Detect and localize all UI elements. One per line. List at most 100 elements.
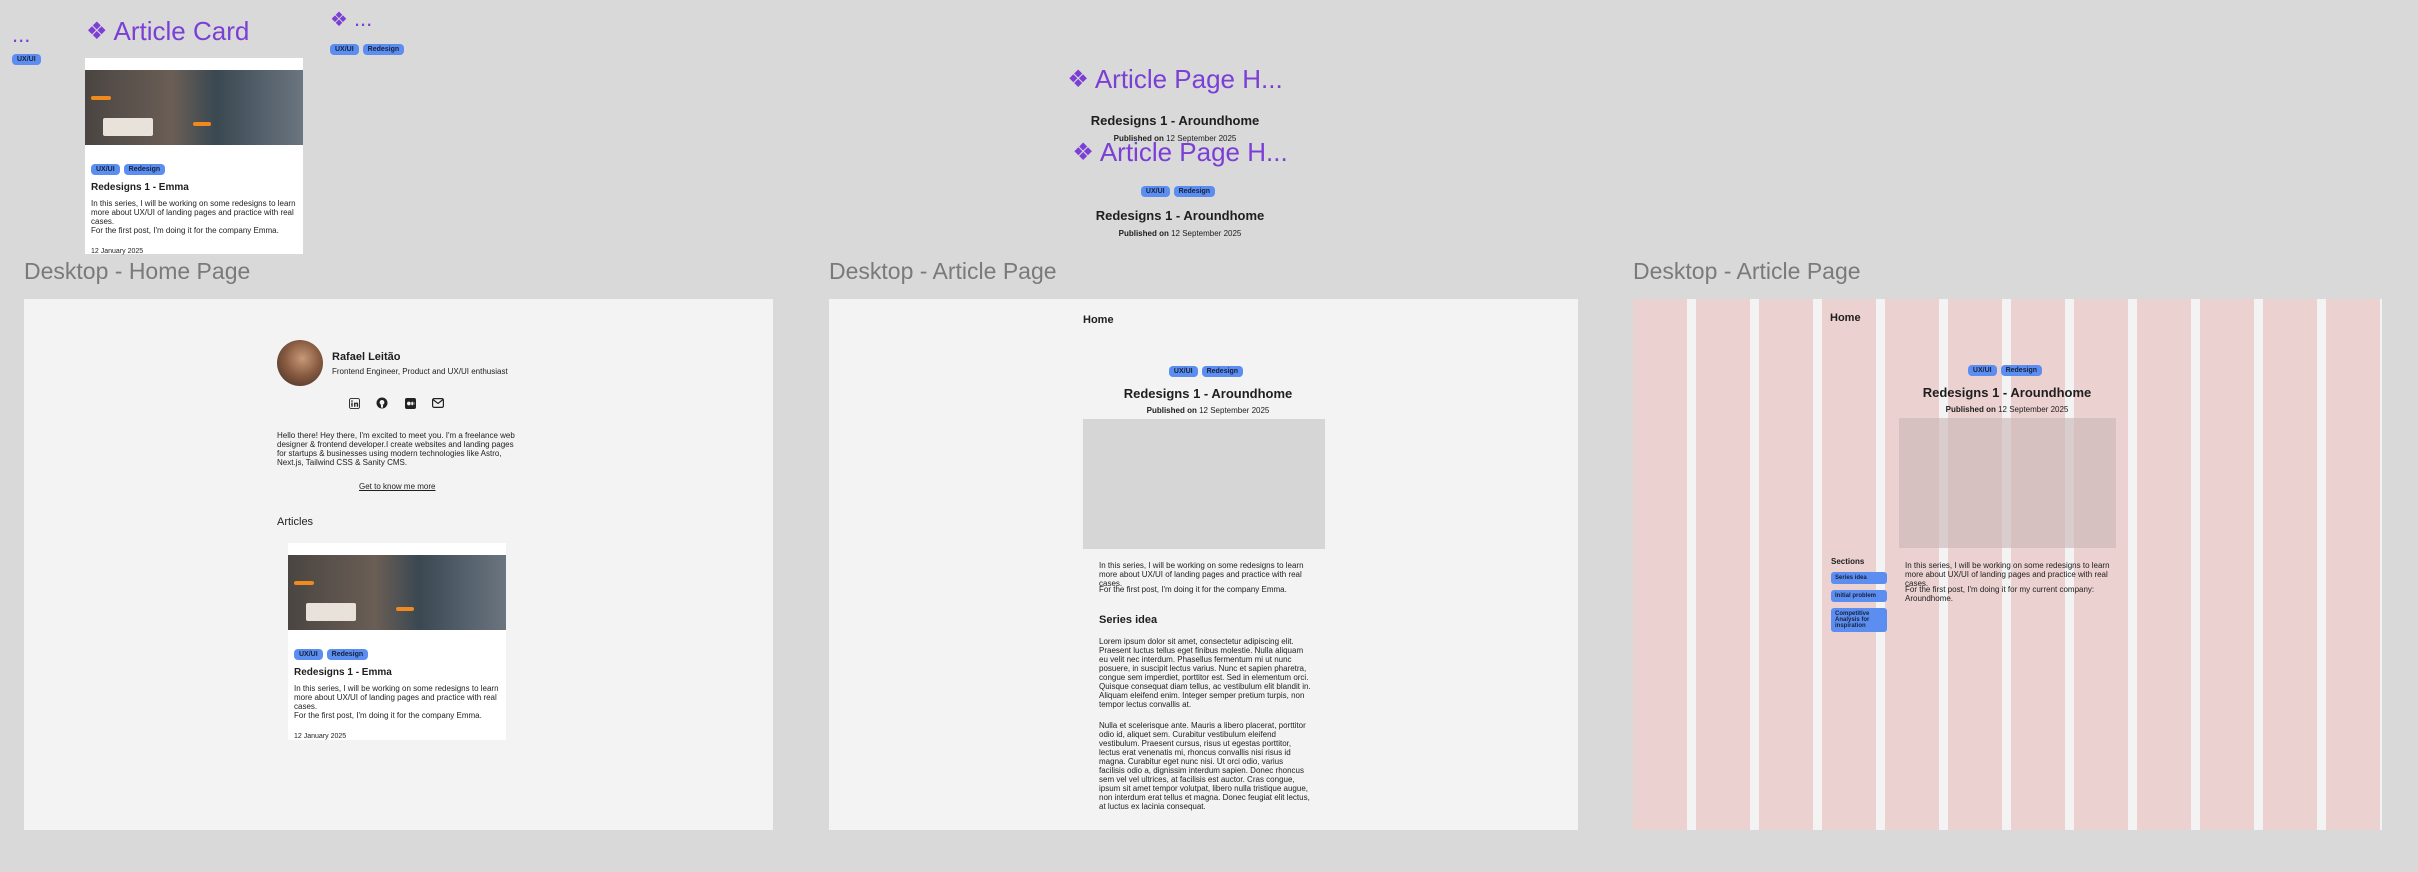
component-partial-right[interactable]: ❖ ... UX/UI Redesign — [330, 6, 408, 56]
tag-ux-ui: UX/UI — [1140, 186, 1170, 197]
article-header: UX/UI Redesign Redesigns 1 - Aroundhome P… — [1043, 360, 1373, 415]
article-paragraph-1: Lorem ipsum dolor sit amet, consectetur … — [1099, 637, 1311, 709]
article-card[interactable]: UX/UI Redesign Redesigns 1 - Emma In this… — [85, 58, 303, 255]
published-date: 12 September 2025 — [1199, 406, 1270, 415]
component-diamond-icon: ❖ — [86, 18, 108, 45]
thumbnail-cta — [193, 122, 211, 126]
thumbnail-nav — [85, 58, 303, 64]
grid-column — [1696, 299, 1750, 830]
component-diamond-icon: ❖ — [1072, 139, 1094, 166]
article-image-placeholder — [1899, 418, 2116, 548]
social-links — [346, 395, 446, 411]
published-line: Published on 12 September 2025 — [1043, 406, 1373, 415]
grid-column — [2263, 299, 2317, 830]
article-intro-1: In this series, I will be working on som… — [1905, 561, 2110, 588]
grid-column — [2200, 299, 2254, 830]
tag-redesign: Redesign — [2000, 365, 2043, 376]
tag-redesign: Redesign — [1173, 186, 1216, 197]
frame-home-page[interactable]: Rafael Leitão Frontend Engineer, Product… — [24, 299, 773, 830]
sections-label: Sections — [1831, 557, 1865, 566]
thumbnail-nav — [288, 543, 506, 549]
component-title: Article Page H... — [1094, 64, 1283, 94]
published-date: 12 September 2025 — [1998, 405, 2069, 414]
github-icon[interactable] — [374, 395, 390, 411]
component-title: ... — [353, 6, 373, 31]
component-title: Article Card — [113, 16, 250, 46]
profile-name: Rafael Leitão — [332, 351, 401, 363]
card-title: Redesigns 1 - Emma — [294, 667, 392, 678]
thumbnail-bed — [103, 118, 153, 136]
component-title-row: ❖ Article Card — [86, 16, 249, 47]
frame-label-article-grid[interactable]: Desktop - Article Page — [1633, 258, 1861, 285]
nav-home-link[interactable]: Home — [1830, 312, 1861, 324]
tag-redesign: Redesign — [1201, 366, 1244, 377]
thumbnail-cta — [91, 96, 111, 100]
article-paragraph-2: Nulla et scelerisque ante. Mauris a libe… — [1099, 721, 1310, 811]
tag-redesign: Redesign — [362, 44, 405, 55]
component-title-row: ❖ Article Page H... — [1010, 64, 1340, 95]
article-intro-2: For the first post, I'm doing it for my … — [1905, 585, 2095, 603]
section-heading: Series idea — [1099, 614, 1158, 626]
published-label: Published on — [1945, 405, 1996, 414]
section-link-series-idea[interactable]: Series idea — [1831, 572, 1887, 584]
published-line: Published on 12 September 2025 — [1010, 229, 1350, 238]
article-heading: Redesigns 1 - Aroundhome — [1922, 385, 2092, 400]
component-title: Article Page H... — [1099, 137, 1288, 167]
component-article-page-header-2[interactable]: ❖ Article Page H... UX/UI Redesign Redesi… — [1010, 137, 1350, 238]
linkedin-icon[interactable] — [346, 395, 362, 411]
tag-ux-ui: UX/UI — [294, 649, 323, 660]
frame-article-page-grid[interactable]: Home UX/UI Redesign Redesigns 1 - Aroundh… — [1633, 299, 2382, 830]
card-thumbnail — [288, 543, 506, 635]
component-partial-left[interactable]: ... UX/UI — [12, 22, 45, 66]
card-title: Redesigns 1 - Emma — [91, 182, 189, 193]
tag-redesign: Redesign — [326, 649, 369, 660]
section-link-initial-problem[interactable]: Initial problem — [1831, 590, 1887, 602]
card-date: 12 January 2025 — [294, 733, 347, 740]
avatar — [277, 340, 323, 386]
published-date: 12 September 2025 — [1171, 229, 1242, 238]
component-title: ... — [12, 22, 31, 47]
article-heading: Redesigns 1 - Aroundhome — [1095, 208, 1265, 223]
tag-ux-ui: UX/UI — [12, 54, 41, 65]
bio-text: Hello there! Hey there, I'm excited to m… — [277, 431, 515, 467]
profile-role: Frontend Engineer, Product and UX/UI ent… — [332, 367, 508, 376]
article-intro-2: For the first post, I'm doing it for the… — [1099, 585, 1287, 594]
tag-ux-ui: UX/UI — [91, 164, 120, 175]
thumbnail-cta — [396, 607, 414, 611]
articles-heading: Articles — [277, 516, 314, 528]
component-title-row: ❖ Article Page H... — [1010, 137, 1350, 168]
mail-icon[interactable] — [430, 395, 446, 411]
article-header: UX/UI Redesign Redesigns 1 - Aroundhome P… — [1842, 359, 2172, 414]
sections-sidebar: Sections Series idea Initial problem Com… — [1831, 557, 1887, 638]
component-article-card[interactable]: ❖ Article Card — [86, 16, 249, 47]
tag-ux-ui: UX/UI — [1967, 365, 1997, 376]
tag-redesign: Redesign — [123, 164, 166, 175]
article-heading: Redesigns 1 - Aroundhome — [1123, 386, 1293, 401]
published-label: Published on — [1118, 229, 1169, 238]
component-diamond-icon: ❖ — [1067, 66, 1089, 93]
frame-label-article[interactable]: Desktop - Article Page — [829, 258, 1057, 285]
medium-icon[interactable] — [402, 395, 418, 411]
tag-ux-ui: UX/UI — [1168, 366, 1198, 377]
nav-home-link[interactable]: Home — [1083, 314, 1114, 326]
published-label: Published on — [1146, 406, 1197, 415]
card-body: For the first post, I'm doing it for the… — [294, 711, 482, 720]
component-diamond-icon: ❖ — [330, 8, 348, 31]
component-article-page-header-1[interactable]: ❖ Article Page H... Redesigns 1 - Around… — [1010, 64, 1340, 143]
section-link-competitive-analysis[interactable]: Competitive Analysis for inspiration — [1831, 608, 1887, 632]
card-date: 12 January 2025 — [91, 248, 144, 255]
thumbnail-cta — [294, 581, 314, 585]
grid-column — [2326, 299, 2380, 830]
article-card[interactable]: UX/UI Redesign Redesigns 1 - Emma In this… — [288, 543, 506, 740]
frame-label-home[interactable]: Desktop - Home Page — [24, 258, 250, 285]
card-thumbnail — [85, 58, 303, 150]
card-body: In this series, I will be working on som… — [294, 684, 499, 711]
card-body: In this series, I will be working on som… — [91, 199, 296, 226]
tag-ux-ui: UX/UI — [330, 44, 359, 55]
know-more-link[interactable]: Get to know me more — [359, 482, 435, 491]
article-heading: Redesigns 1 - Aroundhome — [1090, 113, 1260, 128]
card-body: For the first post, I'm doing it for the… — [91, 226, 279, 235]
frame-article-page[interactable]: Home UX/UI Redesign Redesigns 1 - Aroundh… — [829, 299, 1578, 830]
grid-column — [1633, 299, 1687, 830]
article-intro-1: In this series, I will be working on som… — [1099, 561, 1304, 588]
